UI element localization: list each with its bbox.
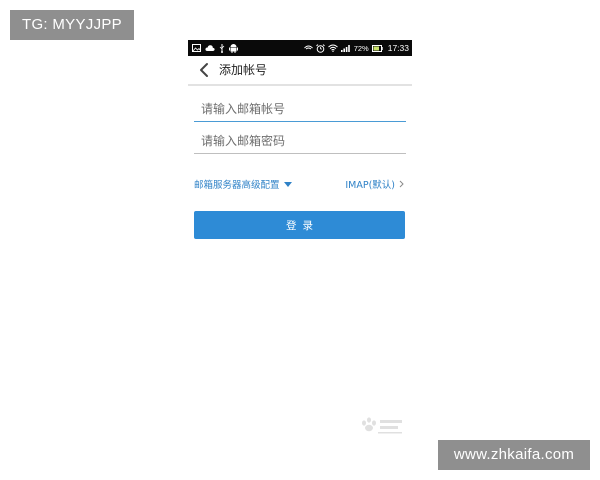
signal-icon	[340, 45, 350, 52]
advanced-server-settings-label: 邮箱服务器高级配置	[194, 180, 280, 191]
phone-screen: 72% 17:33 添加帐号 邮箱服务器高级配置	[188, 40, 412, 250]
site-watermark-badge: www.zhkaifa.com	[438, 440, 590, 470]
back-chevron-icon[interactable]	[197, 61, 211, 79]
battery-percent: 72%	[353, 43, 369, 53]
tg-watermark-badge: TG: MYYJJPP	[10, 10, 134, 40]
status-bar: 72% 17:33	[188, 40, 412, 56]
caret-down-icon	[283, 181, 292, 187]
status-right-icons: 72% 17:33	[303, 40, 409, 56]
email-account-input[interactable]	[194, 96, 406, 122]
vibrate-icon	[303, 45, 313, 50]
battery-icon	[371, 44, 383, 52]
email-password-input[interactable]	[194, 128, 406, 154]
login-button[interactable]: 登录	[194, 211, 405, 239]
wifi-icon	[327, 44, 338, 52]
page: TG: MYYJJPP 72% 17:33 添加帐号 请输入邮箱帐号 邮箱服务器…	[0, 0, 600, 480]
protocol-selector[interactable]: IMAP(默认)	[345, 177, 404, 191]
status-left-icons	[192, 40, 238, 56]
protocol-label: IMAP(默认)	[345, 180, 395, 191]
title-bar: 添加帐号	[188, 56, 412, 86]
android-icon	[229, 44, 238, 53]
advanced-server-settings-toggle[interactable]: 邮箱服务器高级配置	[194, 177, 292, 191]
alarm-icon	[315, 43, 325, 53]
image-icon	[192, 44, 201, 52]
chevron-right-icon	[399, 180, 404, 188]
baidu-watermark-logo	[362, 417, 402, 434]
usb-icon	[219, 44, 225, 53]
cloud-icon	[205, 45, 215, 51]
clock-time: 17:33	[387, 43, 409, 53]
page-title: 添加帐号	[219, 63, 268, 77]
